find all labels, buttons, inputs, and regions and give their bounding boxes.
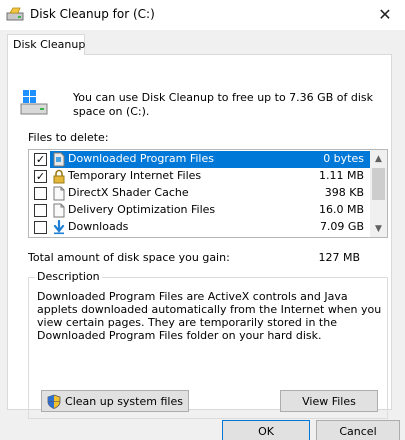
scroll-down-button[interactable]: ▼ xyxy=(370,220,387,237)
description-legend: Description xyxy=(35,270,102,283)
file-checkbox[interactable] xyxy=(34,187,47,200)
scroll-thumb[interactable] xyxy=(372,168,385,200)
file-size: 398 KB xyxy=(324,186,364,199)
disk-cleanup-app-icon xyxy=(6,7,24,21)
file-name: Downloads xyxy=(68,220,129,233)
ok-button[interactable]: OK xyxy=(222,420,310,440)
file-name: DirectX Shader Cache xyxy=(68,186,189,199)
close-button[interactable]: ✕ xyxy=(365,0,405,28)
file-size: 0 bytes xyxy=(323,152,364,165)
view-files-button-label: View Files xyxy=(302,394,356,408)
tab-disk-cleanup[interactable]: Disk Cleanup xyxy=(7,34,85,55)
file-checkbox[interactable] xyxy=(34,204,47,217)
dialog-client-area: Disk Cleanup You can use Disk Cleanup to… xyxy=(0,30,405,440)
close-icon: ✕ xyxy=(378,4,392,24)
clean-up-system-files-button[interactable]: Clean up system files xyxy=(41,390,189,412)
file-size: 7.09 GB xyxy=(319,220,364,233)
files-listbox[interactable]: ✓ Downloaded Program Files 0 bytes ✓ Tem… xyxy=(28,149,388,238)
hard-drive-icon xyxy=(20,90,48,115)
file-checkbox[interactable]: ✓ xyxy=(34,153,47,166)
intro-text: You can use Disk Cleanup to free up to 7… xyxy=(73,91,373,118)
chevron-down-icon: ▼ xyxy=(375,223,382,234)
file-icon xyxy=(53,152,65,167)
ok-button-label: OK xyxy=(258,424,274,438)
cancel-button-label: Cancel xyxy=(339,424,377,438)
total-space-label: Total amount of disk space you gain: xyxy=(28,251,230,264)
file-icon xyxy=(53,186,65,201)
total-space-value: 127 MB xyxy=(318,251,360,264)
tab-panel: You can use Disk Cleanup to free up to 7… xyxy=(7,54,392,419)
title-bar: Disk Cleanup for (C:) ✕ xyxy=(0,0,405,30)
tab-label: Disk Cleanup xyxy=(13,38,86,51)
file-row-downloaded-program-files[interactable]: ✓ Downloaded Program Files 0 bytes xyxy=(30,151,370,168)
file-name: Temporary Internet Files xyxy=(68,169,202,182)
file-size: 16.0 MB xyxy=(318,203,364,216)
window-title: Disk Cleanup for (C:) xyxy=(30,7,155,21)
file-checkbox[interactable]: ✓ xyxy=(34,170,47,183)
file-row-directx-shader-cache[interactable]: DirectX Shader Cache 398 KB xyxy=(30,185,370,202)
file-checkbox[interactable] xyxy=(34,221,47,234)
lock-icon xyxy=(53,169,65,184)
file-icon xyxy=(53,203,65,218)
view-files-button[interactable]: View Files xyxy=(280,390,378,412)
chevron-up-icon: ▲ xyxy=(375,153,382,164)
file-size: 1.11 MB xyxy=(318,169,364,182)
file-name: Downloaded Program Files xyxy=(68,152,214,165)
files-scrollbar[interactable]: ▲ ▼ xyxy=(370,150,387,237)
download-arrow-icon xyxy=(53,220,65,235)
scroll-up-button[interactable]: ▲ xyxy=(370,150,387,167)
file-row-delivery-optimization-files[interactable]: Delivery Optimization Files 16.0 MB xyxy=(30,202,370,219)
files-to-delete-label: Files to delete: xyxy=(28,131,109,144)
file-row-downloads[interactable]: Downloads 7.09 GB xyxy=(30,219,370,236)
description-text: Downloaded Program Files are ActiveX con… xyxy=(37,290,382,342)
file-row-temporary-internet-files[interactable]: ✓ Temporary Internet Files 1.11 MB xyxy=(30,168,370,185)
clean-up-button-label: Clean up system files xyxy=(65,394,183,408)
cancel-button[interactable]: Cancel xyxy=(316,420,400,440)
uac-shield-icon xyxy=(47,394,61,409)
file-name: Delivery Optimization Files xyxy=(68,203,216,216)
